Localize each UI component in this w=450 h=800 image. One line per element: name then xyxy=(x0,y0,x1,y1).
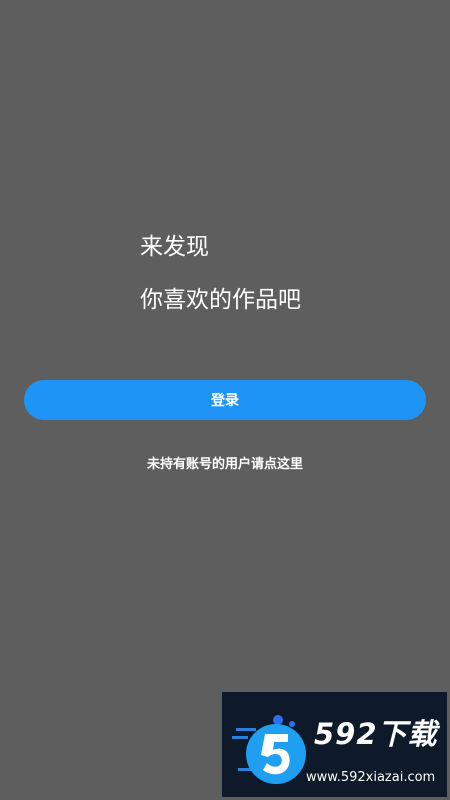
watermark-banner: 592下载 www.592xiazai.com xyxy=(222,692,447,797)
headline-line-1: 来发现 xyxy=(140,234,209,260)
watermark-url: www.592xiazai.com xyxy=(306,770,436,785)
headline-line-2: 你喜欢的作品吧 xyxy=(140,287,301,313)
welcome-headline: 来发现 你喜欢的作品吧 xyxy=(140,236,301,312)
register-link[interactable]: 未持有账号的用户请点这里 xyxy=(0,457,450,473)
592-logo-icon xyxy=(232,715,306,784)
watermark-brand: 592下载 xyxy=(314,717,438,751)
login-button[interactable]: 登录 xyxy=(24,380,426,420)
